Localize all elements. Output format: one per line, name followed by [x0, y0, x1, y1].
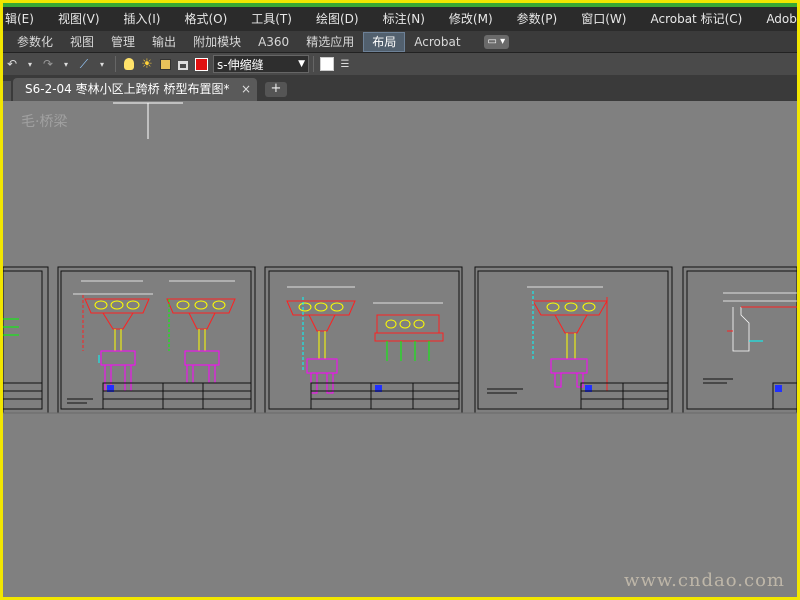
undo-dropdown-icon[interactable]: ▾: [23, 55, 37, 73]
toolbar-separator: [313, 56, 314, 72]
chevron-down-icon: ▼: [298, 59, 305, 69]
layer-dropdown[interactable]: s-伸缩缝 ▼: [213, 55, 309, 73]
layer-toolbar: ↶ ▾ ↷ ▾ ⟋ ▾ ☀ s-伸缩缝 ▼ ☰: [3, 53, 797, 75]
toolbar-separator: [115, 56, 116, 72]
tab-parametric[interactable]: 参数化: [9, 31, 61, 53]
menu-edit[interactable]: 辑(E): [3, 7, 46, 31]
layer-name: s-伸缩缝: [217, 57, 264, 72]
layout-sheet-4: [474, 266, 673, 414]
menu-acrobat-markup[interactable]: Acrobat 标记(C): [638, 7, 754, 31]
close-icon[interactable]: ×: [241, 78, 251, 101]
tab-manage[interactable]: 管理: [103, 31, 143, 53]
layout-sheet-3: [264, 266, 463, 414]
menu-bar: 辑(E) 视图(V) 插入(I) 格式(O) 工具(T) 绘图(D) 标注(N)…: [3, 7, 797, 31]
start-tab[interactable]: [3, 81, 11, 101]
menu-dimension[interactable]: 标注(N): [371, 7, 437, 31]
document-tabs: S6-2-04 枣林小区上跨桥 桥型布置图* × +: [3, 75, 797, 101]
tab-view[interactable]: 视图: [62, 31, 102, 53]
tab-featured-apps[interactable]: 精选应用: [298, 31, 362, 53]
match-properties-icon[interactable]: ⟋: [77, 55, 91, 73]
tab-layout[interactable]: 布局: [363, 31, 406, 52]
redo-icon[interactable]: ↷: [41, 55, 55, 73]
dropdown-icon[interactable]: ▾: [95, 55, 109, 73]
watermark-logo: 毛·桥梁: [21, 114, 68, 130]
tab-acrobat[interactable]: Acrobat: [406, 31, 468, 53]
layout-sheet-5: [682, 266, 797, 414]
tab-a360[interactable]: A360: [250, 31, 297, 53]
layout-sheet-1: [3, 266, 49, 414]
menu-view[interactable]: 视图(V): [46, 7, 112, 31]
layer-viewport-icon[interactable]: [158, 55, 172, 73]
cursor-crosshair: [113, 102, 183, 139]
tab-output[interactable]: 输出: [144, 31, 184, 53]
menu-draw[interactable]: 绘图(D): [304, 7, 371, 31]
tab-addins[interactable]: 附加模块: [185, 31, 249, 53]
menu-insert[interactable]: 插入(I): [112, 7, 173, 31]
autocad-window: 辑(E) 视图(V) 插入(I) 格式(O) 工具(T) 绘图(D) 标注(N)…: [3, 3, 797, 597]
drawing-canvas[interactable]: 毛·桥梁 www.cndao.com: [3, 101, 797, 597]
layout-sheets: [3, 102, 797, 414]
layer-on-icon[interactable]: [122, 55, 136, 73]
layer-properties-icon[interactable]: [320, 57, 334, 71]
undo-icon[interactable]: ↶: [5, 55, 19, 73]
menu-tools[interactable]: 工具(T): [239, 7, 304, 31]
menu-format[interactable]: 格式(O): [172, 7, 239, 31]
menu-parametric[interactable]: 参数(P): [505, 7, 570, 31]
document-tab-title: S6-2-04 枣林小区上跨桥 桥型布置图*: [25, 82, 230, 96]
layout-sheet-2: [57, 266, 256, 414]
toolbar-overflow-icon[interactable]: ☰: [338, 55, 352, 73]
menu-window[interactable]: 窗口(W): [569, 7, 638, 31]
new-tab-button[interactable]: +: [265, 82, 287, 97]
layer-lock-icon[interactable]: [176, 55, 190, 73]
menu-modify[interactable]: 修改(M): [437, 7, 505, 31]
layer-color-icon[interactable]: [194, 55, 208, 73]
layer-thaw-icon[interactable]: ☀: [140, 55, 154, 73]
redo-dropdown-icon[interactable]: ▾: [59, 55, 73, 73]
menu-adobe[interactable]: Adobe P: [754, 7, 797, 31]
ribbon-options-icon[interactable]: ▭ ▾: [483, 34, 510, 49]
ribbon-tabs: 参数化 视图 管理 输出 附加模块 A360 精选应用 布局 Acrobat ▭…: [3, 31, 797, 53]
tab-document[interactable]: S6-2-04 枣林小区上跨桥 桥型布置图* ×: [13, 78, 257, 101]
watermark-url: www.cndao.com: [624, 570, 785, 591]
